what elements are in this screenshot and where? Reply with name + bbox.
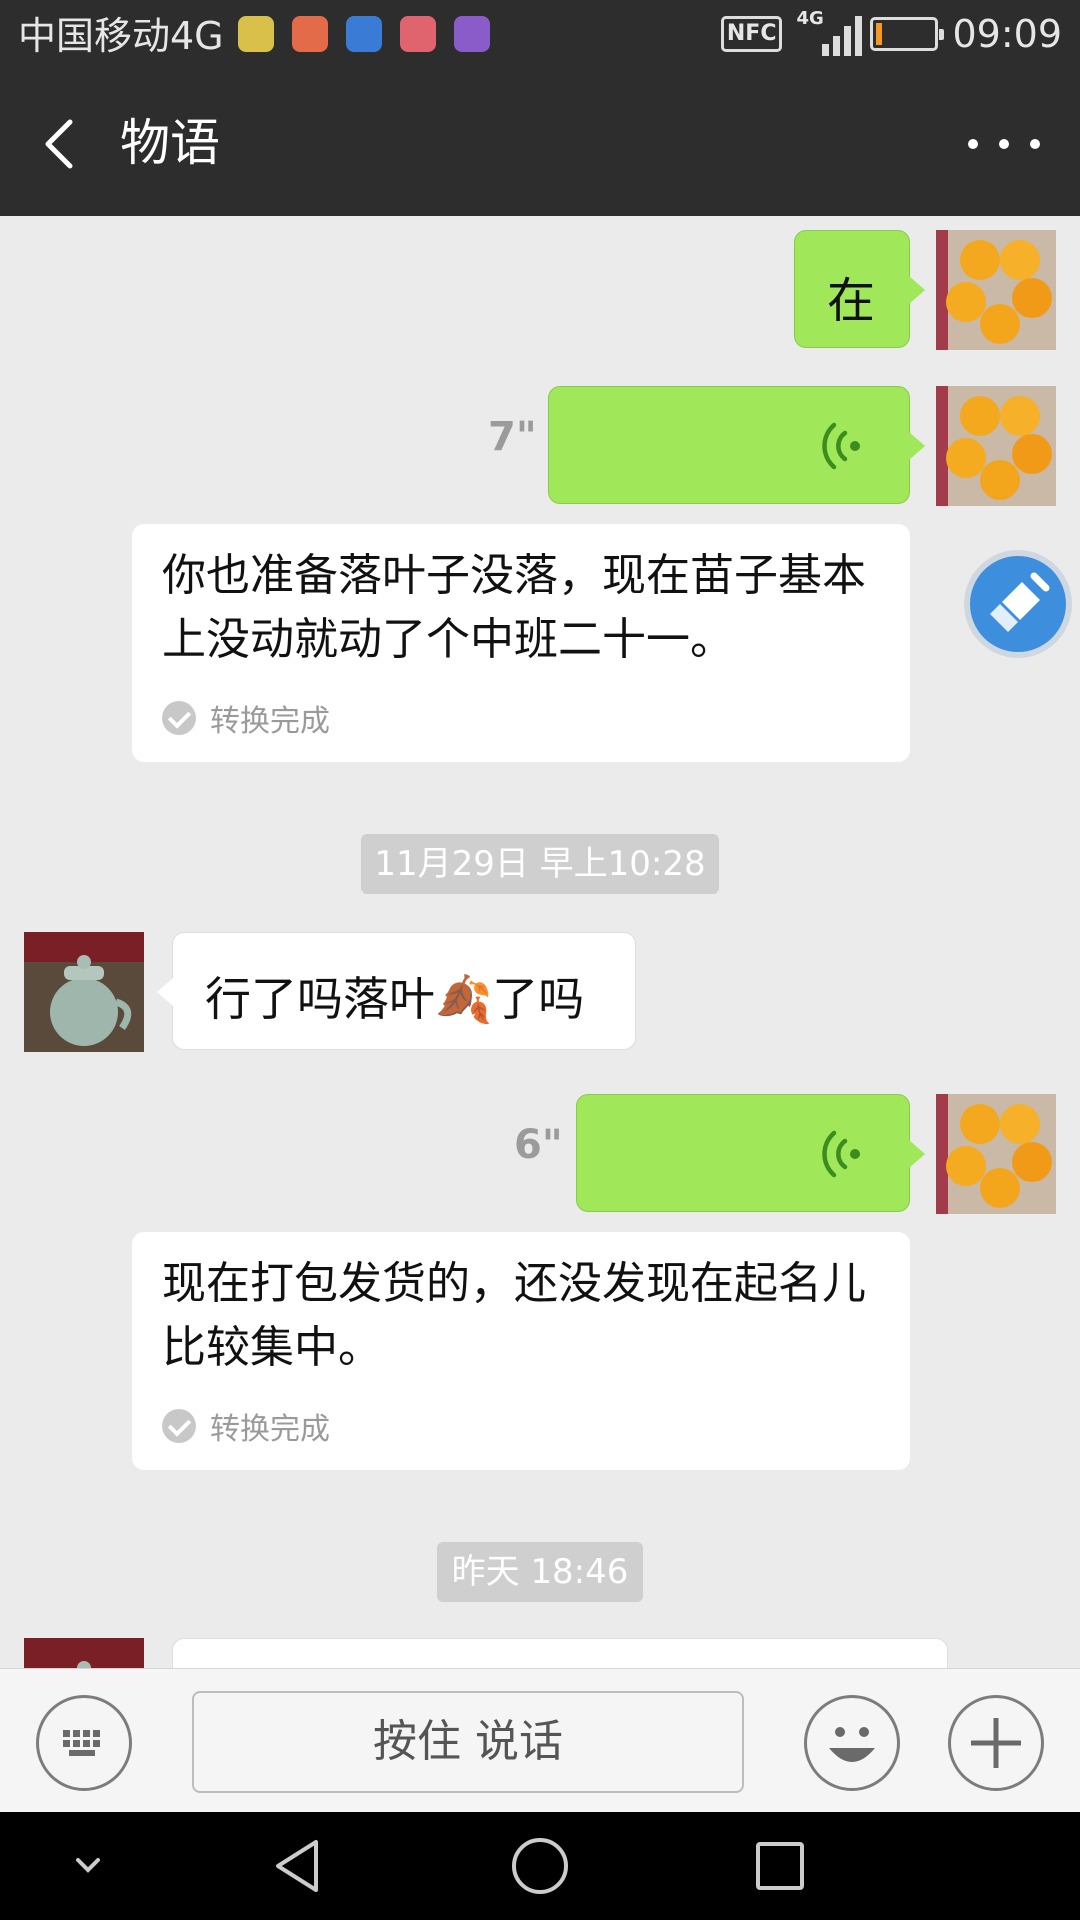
system-nav-bar bbox=[0, 1812, 1080, 1920]
received-text-bubble[interactable] bbox=[172, 1638, 948, 1668]
voice-duration: 7" bbox=[488, 414, 537, 460]
more-dots-icon bbox=[968, 139, 978, 149]
circle-home-icon bbox=[512, 1838, 568, 1894]
converted-text: 你也准备落叶子没落，现在苗子基本上没动就动了个中班二十一。 bbox=[162, 550, 866, 665]
sent-text-bubble[interactable]: 在 bbox=[794, 230, 925, 348]
conversion-status: 转换完成 bbox=[162, 696, 330, 740]
signal-icon: 4G bbox=[796, 8, 863, 56]
app-notification-icon bbox=[292, 16, 328, 52]
sent-voice-bubble[interactable] bbox=[576, 1094, 925, 1212]
my-avatar[interactable] bbox=[936, 1094, 1056, 1214]
keyboard-icon bbox=[63, 1730, 100, 1756]
contact-avatar[interactable] bbox=[24, 1638, 144, 1668]
triangle-back-icon bbox=[276, 1840, 318, 1892]
voice-to-text-card[interactable]: 现在打包发货的，还没发现在起名儿比较集中。 转换完成 bbox=[132, 1232, 910, 1470]
contact-avatar[interactable] bbox=[24, 932, 144, 1052]
network-type-label: 4G bbox=[796, 8, 824, 29]
more-functions-button[interactable] bbox=[948, 1695, 1044, 1791]
chat-title: 物语 bbox=[120, 114, 220, 172]
message-text: 在 bbox=[827, 273, 876, 329]
square-recents-icon bbox=[756, 1842, 804, 1890]
voice-to-text-card[interactable]: 你也准备落叶子没落，现在苗子基本上没动就动了个中班二十一。 转换完成 bbox=[132, 524, 910, 762]
input-bar: 按住 说话 bbox=[0, 1668, 1080, 1812]
hide-nav-button[interactable] bbox=[58, 1836, 118, 1896]
title-bar: 物语 bbox=[0, 72, 1080, 216]
fallen-leaf-emoji: 🍂 bbox=[435, 972, 493, 1026]
conversion-status-label: 转换完成 bbox=[210, 1412, 330, 1447]
conversion-status: 转换完成 bbox=[162, 1404, 330, 1448]
status-bar: 中国移动4G NFC 4G 09:09 bbox=[0, 0, 1080, 72]
notification-icons bbox=[238, 16, 490, 52]
broom-icon bbox=[990, 572, 1050, 632]
battery-icon bbox=[870, 17, 945, 51]
battery-saver-icon bbox=[400, 16, 436, 52]
conversion-status-label: 转换完成 bbox=[210, 704, 330, 739]
smiley-icon bbox=[829, 1727, 875, 1762]
message-text: 行了吗落叶🍂了吗 bbox=[205, 972, 585, 1026]
check-icon bbox=[162, 1409, 196, 1443]
gallery-icon bbox=[454, 16, 490, 52]
nav-back-button[interactable] bbox=[268, 1836, 328, 1896]
app-notification-icon bbox=[346, 16, 382, 52]
voice-duration: 6" bbox=[514, 1122, 563, 1168]
carrier-label: 中国移动4G bbox=[18, 14, 224, 58]
nav-home-button[interactable] bbox=[510, 1836, 570, 1896]
nav-recents-button[interactable] bbox=[750, 1836, 810, 1896]
more-button[interactable] bbox=[968, 128, 1040, 160]
timestamp-chip: 昨天 18:46 bbox=[437, 1542, 643, 1602]
converted-text: 现在打包发货的，还没发现在起名儿比较集中。 bbox=[162, 1258, 866, 1373]
chevron-left-icon bbox=[45, 119, 73, 169]
timestamp-chip: 11月29日 早上10:28 bbox=[361, 834, 719, 894]
plus-icon bbox=[971, 1718, 1021, 1768]
chat-area[interactable]: 在 7" 你也准备落叶子没落，现在苗子基本上没动就动了个中班二十一。 转换完成 … bbox=[0, 216, 1080, 1668]
emoji-button[interactable] bbox=[804, 1695, 900, 1791]
received-text-bubble[interactable]: 行了吗落叶🍂了吗 bbox=[157, 932, 636, 1050]
keyboard-toggle-button[interactable] bbox=[36, 1695, 132, 1791]
hold-to-talk-button[interactable]: 按住 说话 bbox=[192, 1691, 744, 1793]
voice-wave-icon bbox=[822, 1130, 860, 1178]
check-icon bbox=[162, 701, 196, 735]
app-notification-icon bbox=[238, 16, 274, 52]
my-avatar[interactable] bbox=[936, 386, 1056, 506]
sent-voice-bubble[interactable] bbox=[548, 386, 925, 504]
chevron-down-icon bbox=[76, 1858, 100, 1873]
clock: 09:09 bbox=[952, 12, 1062, 56]
my-avatar[interactable] bbox=[936, 230, 1056, 350]
back-button[interactable] bbox=[36, 116, 92, 172]
voice-wave-icon bbox=[822, 422, 860, 470]
floating-clean-button[interactable] bbox=[964, 550, 1072, 658]
nfc-icon: NFC bbox=[720, 16, 783, 52]
